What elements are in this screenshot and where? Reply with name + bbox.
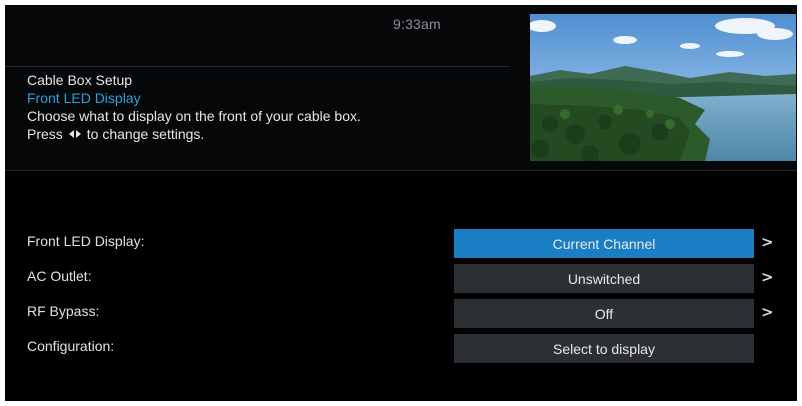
chevron-right-icon[interactable]: > (761, 233, 774, 251)
hint-suffix: to change settings. (86, 126, 205, 142)
navigation-hint: Press to change settings. (27, 126, 204, 142)
header-panel: 9:33am Cable Box Setup Front LED Display… (5, 5, 797, 170)
setting-label-configuration: Configuration: (27, 338, 115, 354)
setting-value-ac-outlet[interactable]: Unswitched (454, 264, 754, 293)
section-divider (5, 170, 797, 171)
setting-value-configuration[interactable]: Select to display (454, 334, 754, 363)
section-title: Cable Box Setup (27, 72, 133, 88)
left-right-arrows-icon (68, 130, 81, 138)
chevron-right-icon[interactable]: > (761, 268, 774, 286)
setting-value-rf-bypass[interactable]: Off (454, 299, 754, 328)
setting-description: Choose what to display on the front of y… (27, 108, 361, 124)
setting-label-rf-bypass: RF Bypass: (27, 303, 100, 319)
chevron-right-icon[interactable]: > (761, 303, 774, 321)
clock: 9:33am (393, 16, 441, 32)
setting-label-ac-outlet: AC Outlet: (27, 268, 92, 284)
setting-value-front-led[interactable]: Current Channel (454, 229, 754, 258)
tv-screen: 9:33am Cable Box Setup Front LED Display… (5, 5, 797, 401)
live-tv-preview (530, 14, 796, 161)
setting-label-front-led: Front LED Display: (27, 233, 145, 249)
hint-prefix: Press (27, 126, 63, 142)
setting-name: Front LED Display (27, 90, 141, 106)
header-divider (5, 66, 510, 67)
